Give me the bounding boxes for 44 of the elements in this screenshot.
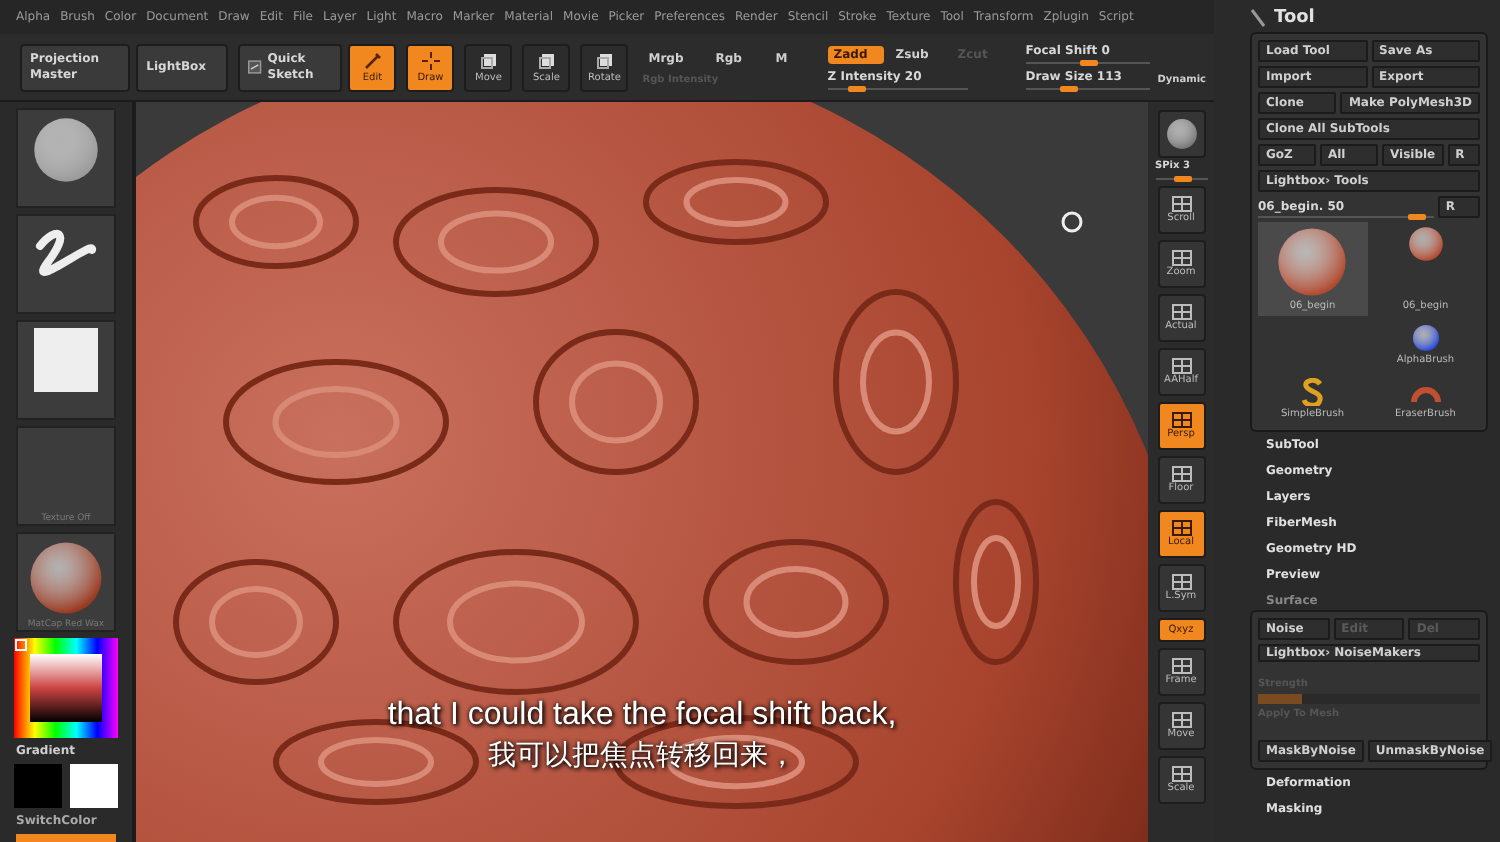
slider-thumb[interactable] — [1408, 214, 1427, 220]
panel-title: Tool — [1274, 8, 1315, 28]
slider-thumb[interactable] — [847, 85, 866, 91]
subtitle-line: 我可以把焦点转移回来， — [488, 738, 796, 774]
slider-thumb[interactable] — [1060, 86, 1079, 92]
slider-thumb[interactable] — [1079, 60, 1098, 66]
strength-slider[interactable] — [1258, 694, 1480, 704]
grid-icon — [1171, 358, 1191, 374]
alpha-swatch — [34, 328, 98, 392]
grid-icon — [1171, 574, 1191, 590]
viewport-canvas[interactable]: that I could take the focal shift back, 我可以把焦点转移回来， — [132, 102, 1148, 842]
brush-sphere-icon — [32, 116, 100, 184]
crosshair-icon — [421, 51, 440, 69]
tray-thumbnail[interactable] — [16, 214, 116, 314]
grid-icon — [1171, 766, 1191, 782]
cube-icon — [537, 51, 556, 69]
sketch-icon — [248, 58, 262, 76]
color-swatch[interactable] — [70, 764, 118, 808]
color-picker[interactable] — [14, 638, 118, 738]
material-sphere-icon — [28, 540, 104, 616]
preview-sphere-icon — [1165, 118, 1197, 150]
grid-icon — [1171, 658, 1191, 674]
subtitle-line: that I could take the focal shift back, — [387, 698, 897, 734]
cube-icon — [595, 51, 614, 69]
pencil-icon — [363, 51, 382, 69]
spix-preview[interactable] — [1157, 110, 1205, 158]
sculpt-sphere-icon — [1276, 226, 1349, 298]
grid-icon — [1171, 520, 1191, 536]
slider-thumb[interactable] — [1173, 176, 1191, 182]
grid-icon — [1171, 712, 1191, 728]
grid-icon — [1171, 250, 1191, 266]
rotate-cursor-icon — [1060, 210, 1084, 234]
s-shape-icon — [1300, 378, 1325, 406]
tray-thumbnail[interactable] — [16, 320, 116, 420]
sphere-icon — [1411, 324, 1440, 352]
grid-icon — [1171, 196, 1191, 212]
grid-icon — [1171, 304, 1191, 320]
sculpt-sphere-icon — [1407, 226, 1444, 262]
grid-icon — [1171, 412, 1191, 428]
grid-icon — [1171, 466, 1191, 482]
tray-thumbnail[interactable] — [16, 108, 116, 208]
cube-icon — [479, 51, 498, 69]
wrench-icon — [1250, 8, 1266, 28]
color-swatch[interactable] — [14, 764, 62, 808]
